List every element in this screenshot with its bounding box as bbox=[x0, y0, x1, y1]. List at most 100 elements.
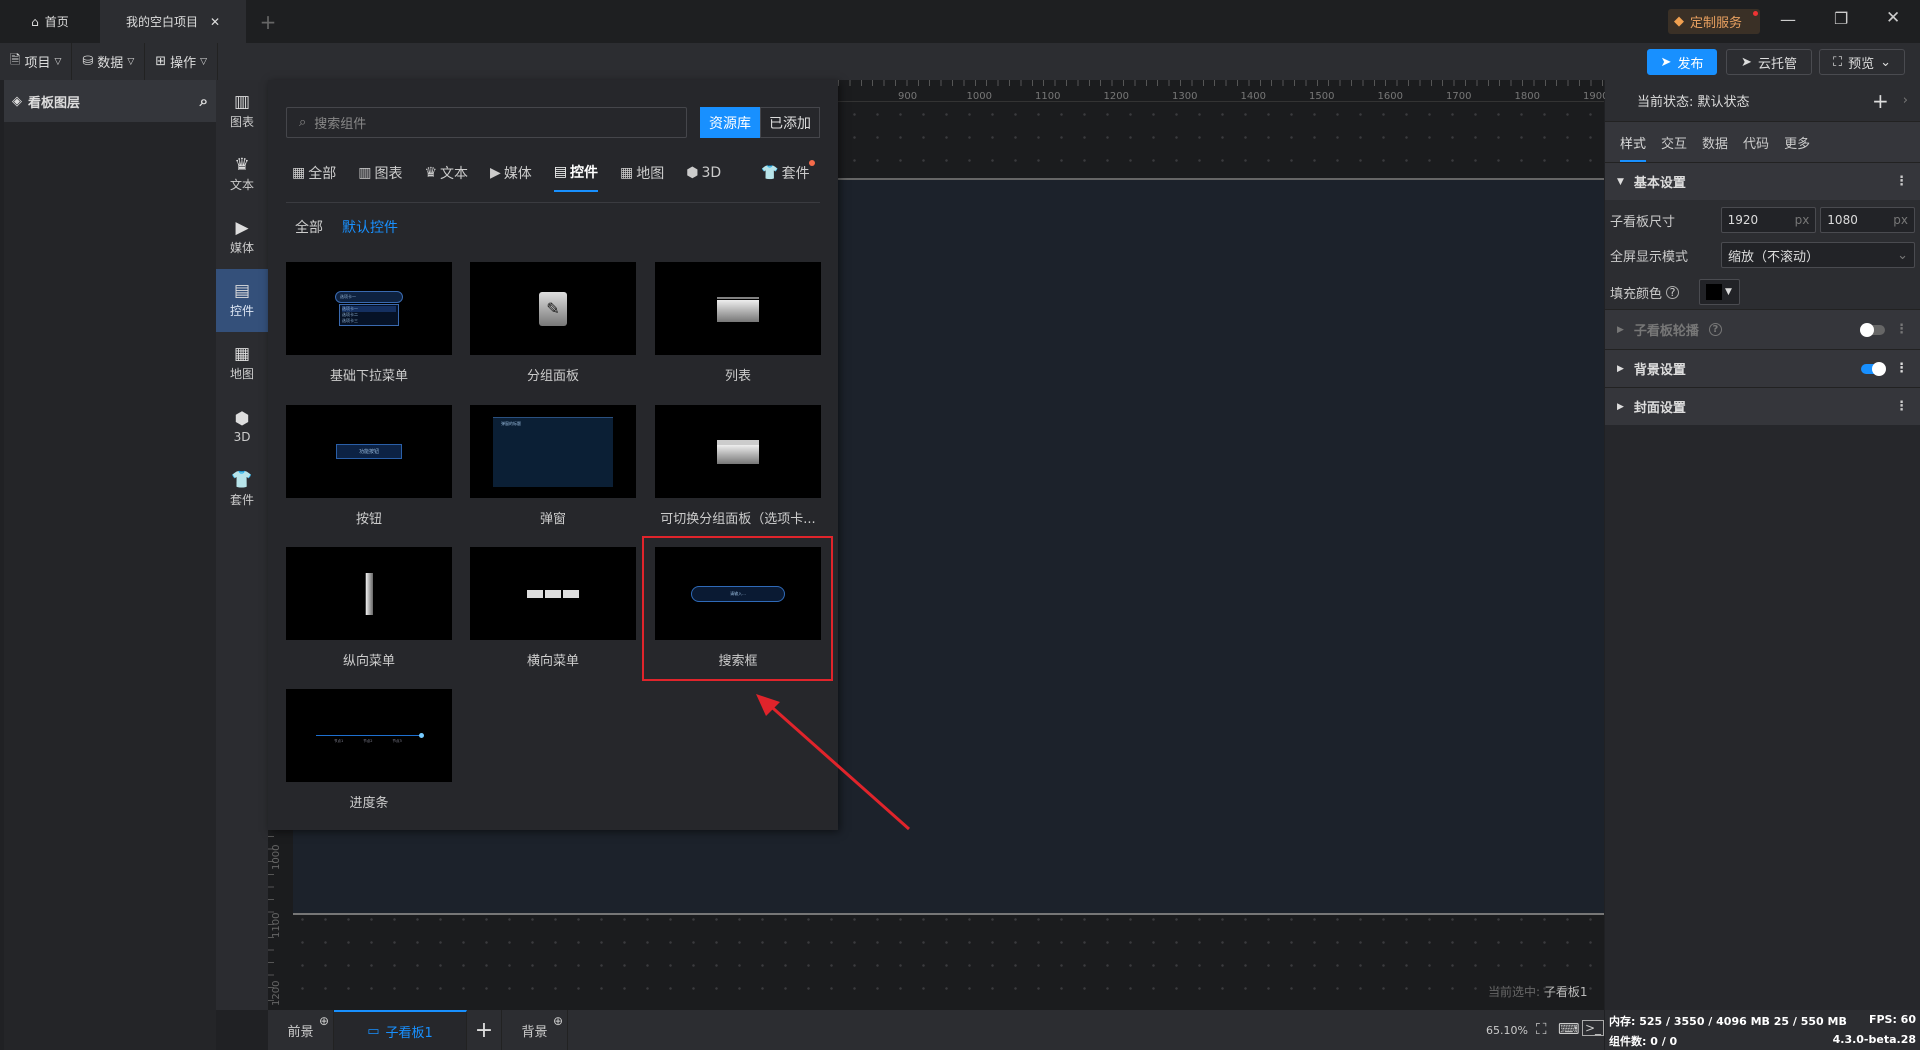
cat-kit[interactable]: 👕 套件 bbox=[761, 160, 815, 192]
section-cover[interactable]: ▶ 封面设置 ⋮ bbox=[1605, 387, 1920, 425]
category-map[interactable]: ▦ 地图 bbox=[216, 332, 268, 395]
cat-3d[interactable]: ⬢ 3D bbox=[686, 162, 721, 192]
help-icon[interactable]: ? bbox=[1708, 323, 1722, 336]
fullscreen-icon: ⛶ bbox=[1832, 54, 1843, 70]
dropdown-thumbnail: 选项卡一 选项卡一 选项卡二 选项卡三 bbox=[286, 262, 452, 355]
tab-background[interactable]: 背景 ⊕ bbox=[502, 1010, 568, 1050]
preview-text: 节点3 bbox=[392, 739, 402, 743]
minimize-button[interactable]: — bbox=[1780, 10, 1796, 29]
background-toggle[interactable] bbox=[1861, 361, 1886, 376]
category-kit[interactable]: 👕 套件 bbox=[216, 458, 268, 521]
terminal-icon[interactable]: >_ bbox=[1582, 1020, 1605, 1036]
widget-icon: ▤ bbox=[233, 281, 251, 301]
tab-interaction[interactable]: 交互 bbox=[1661, 133, 1687, 152]
fill-row: 填充颜色? ▼ bbox=[1605, 274, 1920, 310]
grid-icon: ⊞ bbox=[155, 54, 167, 69]
add-board-button[interactable]: + bbox=[467, 1010, 502, 1050]
preview-button[interactable]: ⛶ 预览 ⌄ bbox=[1819, 49, 1905, 75]
category-text[interactable]: ♛ 文本 bbox=[216, 143, 268, 206]
cat-label: 地图 bbox=[636, 166, 665, 182]
cat-media[interactable]: ▶ 媒体 bbox=[490, 162, 532, 192]
close-icon[interactable]: ✕ bbox=[210, 15, 220, 29]
new-tab-button[interactable]: + bbox=[256, 0, 280, 43]
component-label: 进度条 bbox=[349, 796, 389, 811]
annotation-arrow bbox=[756, 694, 910, 831]
filter-default[interactable]: 默认控件 bbox=[342, 217, 398, 237]
width-input[interactable]: 1920 px bbox=[1720, 207, 1817, 233]
tab-code[interactable]: 代码 bbox=[1743, 133, 1769, 152]
component-card[interactable]: 选项卡一 选项卡一 选项卡二 选项卡三 基础下拉菜单 bbox=[286, 262, 452, 384]
cube-icon: ⬢ bbox=[686, 165, 699, 181]
category-media[interactable]: ▶ 媒体 bbox=[216, 206, 268, 269]
category-label: 控件 bbox=[229, 304, 254, 318]
custom-service-button[interactable]: ◆ 定制服务 bbox=[1668, 9, 1760, 34]
cat-chart[interactable]: ▥ 图表 bbox=[358, 162, 402, 192]
fit-screen-icon[interactable]: ⛶ bbox=[1536, 1020, 1547, 1038]
camera-icon: ▶ bbox=[490, 165, 501, 181]
component-search-input[interactable]: ⌕ 搜索组件 bbox=[286, 107, 687, 138]
component-card[interactable]: 可切换分组面板（选项卡... bbox=[655, 405, 821, 527]
section-basic[interactable]: ▼ 基本设置 ⋮ bbox=[1605, 162, 1920, 200]
tab-style[interactable]: 样式 bbox=[1620, 123, 1647, 162]
file-icon: 🗎 bbox=[10, 52, 21, 68]
add-state-button[interactable]: + bbox=[1872, 89, 1889, 113]
component-card[interactable]: 横向菜单 bbox=[470, 547, 636, 669]
cat-text[interactable]: ♛ 文本 bbox=[424, 162, 468, 192]
tab-board[interactable]: ▭ 子看板1 bbox=[334, 1010, 467, 1050]
component-card[interactable]: 节点1 节点2 节点3 进度条 bbox=[286, 689, 452, 811]
search-placeholder: 搜索组件 bbox=[314, 117, 367, 132]
maximize-button[interactable]: ❐ bbox=[1834, 9, 1848, 28]
tab-data[interactable]: 数据 bbox=[1702, 133, 1728, 152]
search-icon[interactable]: ⌕ bbox=[200, 92, 208, 110]
menu-label: 数据 bbox=[97, 56, 124, 71]
component-card[interactable]: 纵向菜单 bbox=[286, 547, 452, 669]
cat-label: 全部 bbox=[308, 166, 337, 182]
keyboard-icon[interactable]: ⌨ bbox=[1558, 1020, 1580, 1038]
cat-widget[interactable]: ▤ 控件 bbox=[553, 162, 599, 192]
component-card[interactable]: ✎ 分组面板 bbox=[470, 262, 636, 384]
component-card[interactable]: 弹窗的标题 弹窗 bbox=[470, 405, 636, 527]
more-icon[interactable]: ⋮ bbox=[1895, 361, 1908, 376]
component-label: 可切换分组面板（选项卡... bbox=[660, 512, 816, 527]
carousel-toggle[interactable] bbox=[1860, 322, 1885, 337]
search-icon: ⌕ bbox=[299, 115, 307, 130]
filter-all[interactable]: 全部 bbox=[295, 217, 323, 237]
preview-label: 预览 bbox=[1848, 56, 1875, 72]
add-circle-icon[interactable]: ⊕ bbox=[319, 1014, 329, 1028]
tab-project[interactable]: 我的空白项目 ✕ bbox=[100, 0, 246, 43]
progress-line: 节点1 节点2 节点3 bbox=[316, 733, 424, 743]
library-tab[interactable]: 资源库 bbox=[700, 107, 760, 138]
help-icon[interactable]: ? bbox=[1666, 285, 1680, 299]
field-label: 全屏显示模式 bbox=[1610, 249, 1689, 265]
tab-foreground[interactable]: 前景 ⊕ bbox=[268, 1010, 334, 1050]
category-3d[interactable]: ⬢ 3D bbox=[216, 395, 268, 458]
more-icon[interactable]: ⋮ bbox=[1895, 399, 1908, 414]
ruler-label: 1000 bbox=[271, 844, 282, 870]
fullscreen-select[interactable]: 缩放（不滚动） ⌄ bbox=[1721, 242, 1915, 268]
tab-more[interactable]: 更多 bbox=[1784, 133, 1810, 152]
menu-project[interactable]: 🗎 项目 ▽ bbox=[0, 43, 73, 80]
section-background[interactable]: ▶ 背景设置 ⋮ bbox=[1605, 349, 1920, 387]
tab-home[interactable]: ⌂ 首页 bbox=[0, 0, 100, 43]
cloud-host-button[interactable]: ➤ 云托管 bbox=[1726, 49, 1812, 75]
category-widget[interactable]: ▤ 控件 bbox=[216, 269, 268, 332]
height-input[interactable]: 1080 px bbox=[1820, 207, 1915, 233]
menu-operate[interactable]: ⊞ 操作 ▽ bbox=[145, 43, 219, 80]
publish-button[interactable]: ➤ 发布 bbox=[1647, 49, 1717, 75]
chevron-right-icon[interactable]: › bbox=[1903, 93, 1908, 108]
component-card[interactable]: 列表 bbox=[655, 262, 821, 384]
category-chart[interactable]: ▥ 图表 bbox=[216, 80, 268, 143]
component-label: 弹窗 bbox=[539, 512, 566, 527]
close-window-button[interactable]: ✕ bbox=[1886, 8, 1900, 28]
fill-color-picker[interactable]: ▼ bbox=[1699, 279, 1741, 305]
cat-map[interactable]: ▦ 地图 bbox=[620, 162, 664, 192]
cat-all[interactable]: ▦ 全部 bbox=[292, 162, 336, 192]
menu-data[interactable]: ⛁ 数据 ▽ bbox=[72, 43, 146, 80]
add-circle-icon[interactable]: ⊕ bbox=[553, 1014, 563, 1028]
added-tab[interactable]: 已添加 bbox=[760, 107, 820, 138]
component-card[interactable]: 功能按钮 按钮 bbox=[286, 405, 452, 527]
more-icon[interactable]: ⋮ bbox=[1895, 322, 1908, 337]
section-carousel[interactable]: ▶ 子看板轮播? ⋮ bbox=[1605, 309, 1920, 349]
more-icon[interactable]: ⋮ bbox=[1895, 174, 1908, 189]
cube-icon: ⬢ bbox=[234, 408, 250, 429]
